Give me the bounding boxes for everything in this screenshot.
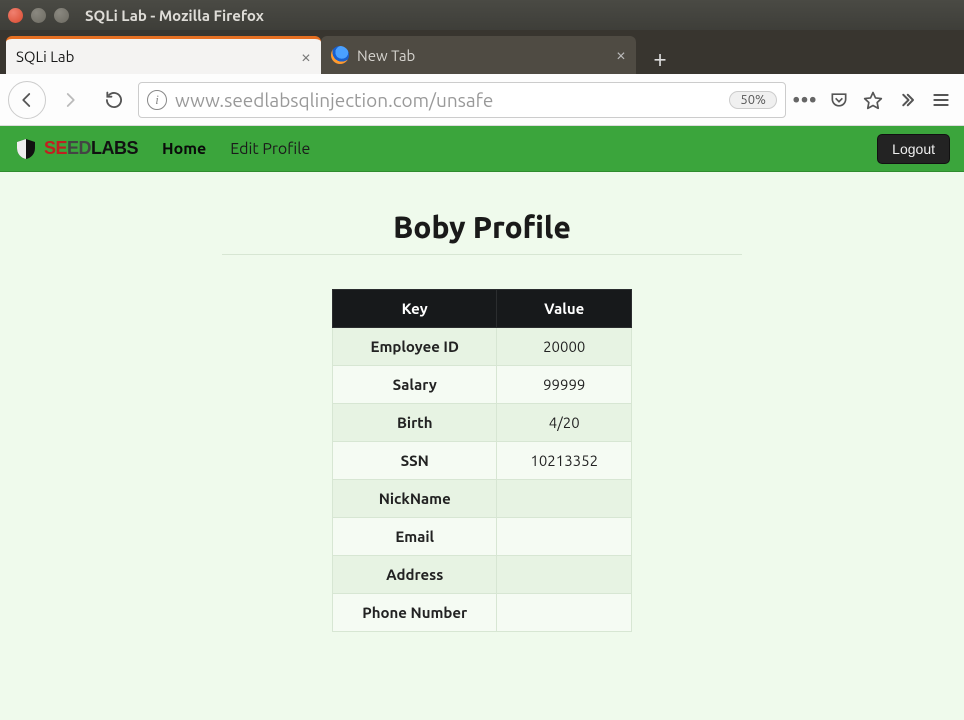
cell-key: Phone Number [333,594,497,632]
logout-button[interactable]: Logout [877,134,950,164]
tab-label: New Tab [357,47,415,64]
firefox-icon [331,46,349,64]
browser-toolbar: i www.seedlabsqlinjection.com/unsafe 50%… [0,74,964,126]
url-bar[interactable]: i www.seedlabsqlinjection.com/unsafe 50% [138,82,786,118]
cell-value: 99999 [497,366,632,404]
url-text: www.seedlabsqlinjection.com/unsafe [175,89,721,111]
tab-label: SQLi Lab [16,48,74,65]
cell-value [497,556,632,594]
site-navbar: SEEDLABS Home Edit Profile Logout [0,126,964,172]
cell-value: 4/20 [497,404,632,442]
brand-seg3: LABS [91,138,138,158]
cell-key: Email [333,518,497,556]
bookmark-star-icon[interactable] [858,85,888,115]
table-row: SSN10213352 [333,442,632,480]
table-row: Address [333,556,632,594]
cell-key: Birth [333,404,497,442]
cell-key: Salary [333,366,497,404]
zoom-badge[interactable]: 50% [729,91,777,109]
cell-key: NickName [333,480,497,518]
page-title: Boby Profile [222,210,742,255]
site-info-icon[interactable]: i [147,90,167,110]
col-header-key: Key [333,290,497,328]
window-close-icon[interactable] [8,8,23,23]
close-icon[interactable]: × [301,48,311,66]
cell-value [497,594,632,632]
brand-seg2: ED [67,138,91,158]
back-button[interactable] [8,81,46,119]
cell-value: 20000 [497,328,632,366]
hamburger-menu-icon[interactable] [926,85,956,115]
table-row: Phone Number [333,594,632,632]
brand-logo[interactable]: SEEDLABS [14,137,138,161]
new-tab-button[interactable]: + [642,42,678,74]
pocket-icon[interactable] [824,85,854,115]
window-minimize-icon[interactable] [31,8,46,23]
reload-button[interactable] [94,80,134,120]
col-header-value: Value [497,290,632,328]
shield-icon [14,137,38,161]
cell-value [497,480,632,518]
table-row: Salary99999 [333,366,632,404]
table-header-row: Key Value [333,290,632,328]
profile-table: Key Value Employee ID20000 Salary99999 B… [332,289,632,632]
page-content: SEEDLABS Home Edit Profile Logout Boby P… [0,126,964,720]
browser-tabstrip: SQLi Lab × New Tab × + [0,30,964,74]
tab-new-tab[interactable]: New Tab × [321,36,636,74]
table-row: Email [333,518,632,556]
tab-sqli-lab[interactable]: SQLi Lab × [6,36,321,74]
nav-link-edit-profile[interactable]: Edit Profile [230,140,310,158]
cell-value [497,518,632,556]
overflow-chevron-icon[interactable] [892,85,922,115]
window-title: SQLi Lab - Mozilla Firefox [85,7,264,24]
profile-section: Boby Profile Key Value Employee ID20000 … [222,210,742,632]
close-icon[interactable]: × [616,46,626,64]
window-maximize-icon[interactable] [54,8,69,23]
table-row: Birth4/20 [333,404,632,442]
cell-key: Employee ID [333,328,497,366]
table-row: NickName [333,480,632,518]
forward-button[interactable] [50,80,90,120]
table-row: Employee ID20000 [333,328,632,366]
cell-key: SSN [333,442,497,480]
cell-value: 10213352 [497,442,632,480]
cell-key: Address [333,556,497,594]
os-titlebar: SQLi Lab - Mozilla Firefox [0,0,964,30]
brand-seg1: SE [44,138,67,158]
page-actions-icon[interactable]: ••• [790,85,820,115]
nav-link-home[interactable]: Home [162,140,206,158]
